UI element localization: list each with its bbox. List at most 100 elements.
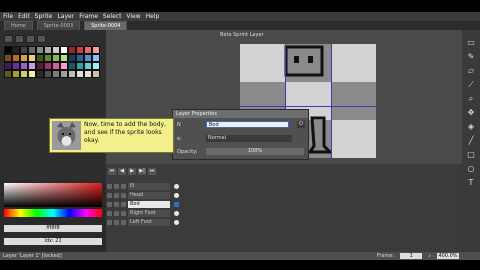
- tab-sprite-0003[interactable]: Sprite-0003: [36, 20, 81, 31]
- color-palette[interactable]: [4, 46, 100, 100]
- layer-row[interactable]: Right Foot: [107, 209, 185, 217]
- palette-swatch[interactable]: [60, 54, 68, 62]
- palette-swatch[interactable]: [52, 70, 60, 78]
- palette-swatch[interactable]: [68, 70, 76, 78]
- move-icon[interactable]: ✥: [466, 108, 476, 118]
- prev-frame-icon[interactable]: ◀: [118, 168, 126, 175]
- palette-swatch[interactable]: [84, 46, 92, 54]
- text-icon[interactable]: T: [466, 178, 476, 188]
- palette-swatch[interactable]: [52, 54, 60, 62]
- palette-swatch[interactable]: [60, 46, 68, 54]
- layer-row-selected[interactable]: Bod: [107, 200, 185, 208]
- layer-name[interactable]: Bod: [128, 200, 170, 208]
- palette-swatch[interactable]: [52, 46, 60, 54]
- palette-swatch[interactable]: [44, 70, 52, 78]
- palette-swatch[interactable]: [92, 70, 100, 78]
- zoom-icon[interactable]: ⌕: [466, 94, 476, 104]
- eyedropper-icon[interactable]: ⟋: [466, 80, 476, 90]
- palette-swatch[interactable]: [20, 62, 28, 70]
- color-hex-field[interactable]: fff8f8: [4, 225, 102, 232]
- palette-swatch[interactable]: [52, 62, 60, 70]
- palette-swatch[interactable]: [36, 62, 44, 70]
- lock-icon[interactable]: [114, 192, 119, 198]
- palette-swatch[interactable]: [28, 54, 36, 62]
- tab-home[interactable]: Home: [4, 20, 33, 31]
- layer-name[interactable]: Head: [128, 191, 170, 199]
- palette-swatch[interactable]: [68, 54, 76, 62]
- layer-name-input[interactable]: Bod: [206, 121, 289, 128]
- selection-icon[interactable]: ▭: [466, 38, 476, 48]
- dialog-side-button[interactable]: O: [297, 121, 305, 128]
- layer-row[interactable]: Ei: [107, 182, 185, 190]
- last-frame-icon[interactable]: ⏭: [148, 168, 156, 175]
- palette-swatch[interactable]: [92, 46, 100, 54]
- palette-swatch[interactable]: [92, 62, 100, 70]
- menu-frame[interactable]: Frame: [79, 13, 98, 20]
- palette-swatch[interactable]: [4, 46, 12, 54]
- layer-name[interactable]: Ei: [128, 182, 170, 190]
- link-icon[interactable]: [121, 210, 126, 216]
- palette-swatch[interactable]: [76, 62, 84, 70]
- palette-swatch[interactable]: [68, 62, 76, 70]
- palette-swatch[interactable]: [68, 46, 76, 54]
- zoom-field[interactable]: 400.0%: [437, 253, 459, 259]
- hue-slider[interactable]: [4, 209, 102, 217]
- palette-swatch[interactable]: [12, 46, 20, 54]
- ellipse-icon[interactable]: ○: [466, 164, 476, 174]
- line-icon[interactable]: ╱: [466, 136, 476, 146]
- layer-row[interactable]: Left Foot: [107, 218, 185, 226]
- palette-swatch[interactable]: [12, 62, 20, 70]
- lock-icon[interactable]: [114, 183, 119, 189]
- zoom-icon-status[interactable]: ⌕: [428, 252, 431, 260]
- opacity-slider[interactable]: 100%: [206, 148, 304, 155]
- menu-layer[interactable]: Layer: [57, 13, 74, 20]
- palette-swatch[interactable]: [84, 54, 92, 62]
- palette-swatch[interactable]: [44, 54, 52, 62]
- palette-presets-icon[interactable]: [37, 35, 46, 43]
- palette-swatch[interactable]: [28, 70, 36, 78]
- link-icon[interactable]: [121, 201, 126, 207]
- palette-swatch[interactable]: [36, 54, 44, 62]
- menu-view[interactable]: View: [126, 13, 140, 20]
- eye-icon[interactable]: [107, 183, 112, 189]
- cel-dot-icon[interactable]: [174, 219, 179, 225]
- menu-sprite[interactable]: Sprite: [35, 13, 53, 20]
- palette-swatch[interactable]: [28, 46, 36, 54]
- palette-swatch[interactable]: [28, 62, 36, 70]
- eye-icon[interactable]: [107, 210, 112, 216]
- menu-edit[interactable]: Edit: [18, 13, 30, 20]
- cel-dot-icon[interactable]: [174, 192, 179, 198]
- palette-swatch[interactable]: [84, 62, 92, 70]
- rect-icon[interactable]: □: [466, 150, 476, 160]
- palette-swatch[interactable]: [4, 62, 12, 70]
- cel-selected-icon[interactable]: [174, 201, 179, 207]
- palette-swatch[interactable]: [36, 70, 44, 78]
- frame-field[interactable]: 1: [400, 253, 423, 259]
- menu-select[interactable]: Select: [103, 13, 122, 20]
- layer-name[interactable]: Right Foot: [128, 209, 170, 217]
- lock-icon[interactable]: [114, 201, 119, 207]
- eye-icon[interactable]: [107, 201, 112, 207]
- lock-icon[interactable]: [114, 210, 119, 216]
- palette-swatch[interactable]: [4, 54, 12, 62]
- palette-swatch[interactable]: [44, 46, 52, 54]
- menu-help[interactable]: Help: [146, 13, 160, 20]
- palette-swatch[interactable]: [92, 54, 100, 62]
- link-icon[interactable]: [121, 192, 126, 198]
- palette-swatch[interactable]: [60, 62, 68, 70]
- cel-dot-icon[interactable]: [174, 210, 179, 216]
- fill-icon[interactable]: ◈: [466, 122, 476, 132]
- palette-swatch[interactable]: [36, 46, 44, 54]
- palette-swatch[interactable]: [44, 62, 52, 70]
- pencil-icon[interactable]: ✎: [466, 52, 476, 62]
- cel-dot-icon[interactable]: [174, 183, 179, 189]
- eraser-icon[interactable]: ▱: [466, 66, 476, 76]
- palette-options-icon[interactable]: [4, 35, 13, 43]
- menu-file[interactable]: File: [3, 13, 13, 20]
- eye-icon[interactable]: [107, 219, 112, 225]
- palette-edit-icon[interactable]: [15, 35, 24, 43]
- first-frame-icon[interactable]: ⏮: [108, 168, 116, 175]
- lock-icon[interactable]: [114, 219, 119, 225]
- palette-swatch[interactable]: [76, 46, 84, 54]
- blend-mode-select[interactable]: Normal: [206, 135, 292, 142]
